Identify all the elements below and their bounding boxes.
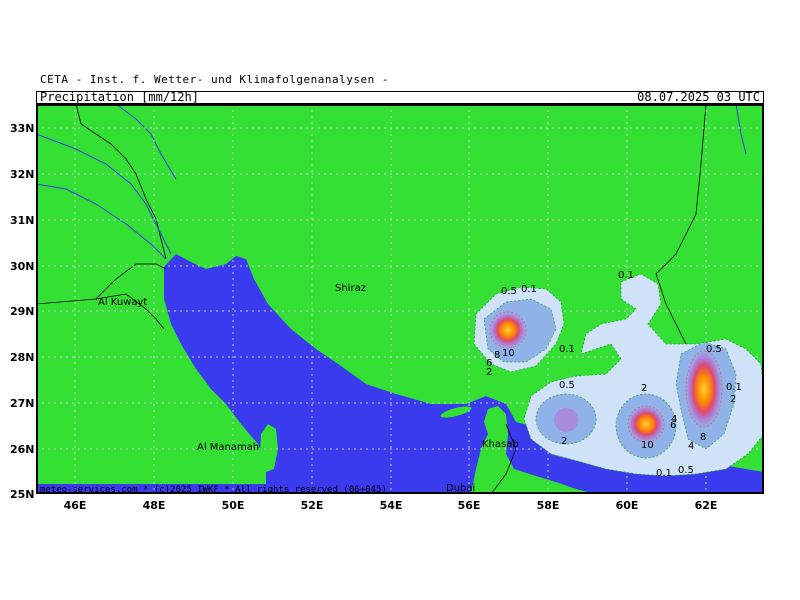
svg-text:2: 2: [730, 394, 736, 405]
svg-text:10: 10: [641, 440, 654, 451]
lat-label: 25N: [10, 488, 35, 501]
map-title-bar: Precipitation [mm/12h] 08.07.2025 03 UTC: [36, 91, 764, 104]
city-khasab: Khasab: [482, 439, 519, 450]
svg-text:0.1: 0.1: [521, 284, 537, 295]
lon-label: 54E: [379, 499, 403, 512]
lon-label: 56E: [457, 499, 481, 512]
svg-text:4: 4: [688, 441, 694, 452]
precipitation-map: 0.5 0.1 10 8 62 0.1 0.1 0.5 2 2 10 46 0.5 0.1 …: [36, 104, 764, 494]
lon-label: 60E: [615, 499, 639, 512]
svg-text:2: 2: [486, 367, 492, 378]
lat-label: 30N: [10, 260, 35, 273]
svg-text:0.1: 0.1: [726, 382, 742, 393]
lat-label: 28N: [10, 351, 35, 364]
svg-text:10: 10: [502, 348, 515, 359]
svg-text:6: 6: [670, 420, 676, 431]
lat-label: 31N: [10, 214, 35, 227]
svg-text:8: 8: [700, 432, 706, 443]
lon-label: 62E: [694, 499, 718, 512]
city-shiraz: Shiraz: [335, 283, 366, 294]
svg-text:0.1: 0.1: [559, 344, 575, 355]
svg-text:8: 8: [494, 350, 500, 361]
lat-label: 29N: [10, 305, 35, 318]
svg-text:0.5: 0.5: [559, 380, 575, 391]
svg-text:0.5: 0.5: [706, 344, 722, 355]
svg-text:0.1: 0.1: [656, 468, 672, 479]
lat-label: 33N: [10, 122, 35, 135]
institute-header: CETA - Inst. f. Wetter- und Klimafolgena…: [40, 73, 390, 86]
lon-label: 46E: [63, 499, 87, 512]
svg-text:0.5: 0.5: [501, 286, 517, 297]
lon-label: 48E: [142, 499, 166, 512]
lon-label: 58E: [536, 499, 560, 512]
lat-label: 27N: [10, 397, 35, 410]
variable-title: Precipitation [mm/12h]: [40, 90, 199, 104]
city-kuwait: Al Kuwayt: [98, 297, 147, 308]
lat-label: 32N: [10, 168, 35, 181]
lat-label: 26N: [10, 443, 35, 456]
svg-text:2: 2: [641, 383, 647, 394]
svg-text:2: 2: [561, 436, 567, 447]
lon-label: 52E: [300, 499, 324, 512]
precipitation-small-core: [554, 408, 578, 432]
svg-text:0.1: 0.1: [618, 270, 634, 281]
valid-datetime: 08.07.2025 03 UTC: [637, 90, 760, 104]
svg-text:0.5: 0.5: [678, 465, 694, 476]
city-manamah: Al Manamah: [197, 442, 259, 453]
lon-label: 50E: [221, 499, 245, 512]
